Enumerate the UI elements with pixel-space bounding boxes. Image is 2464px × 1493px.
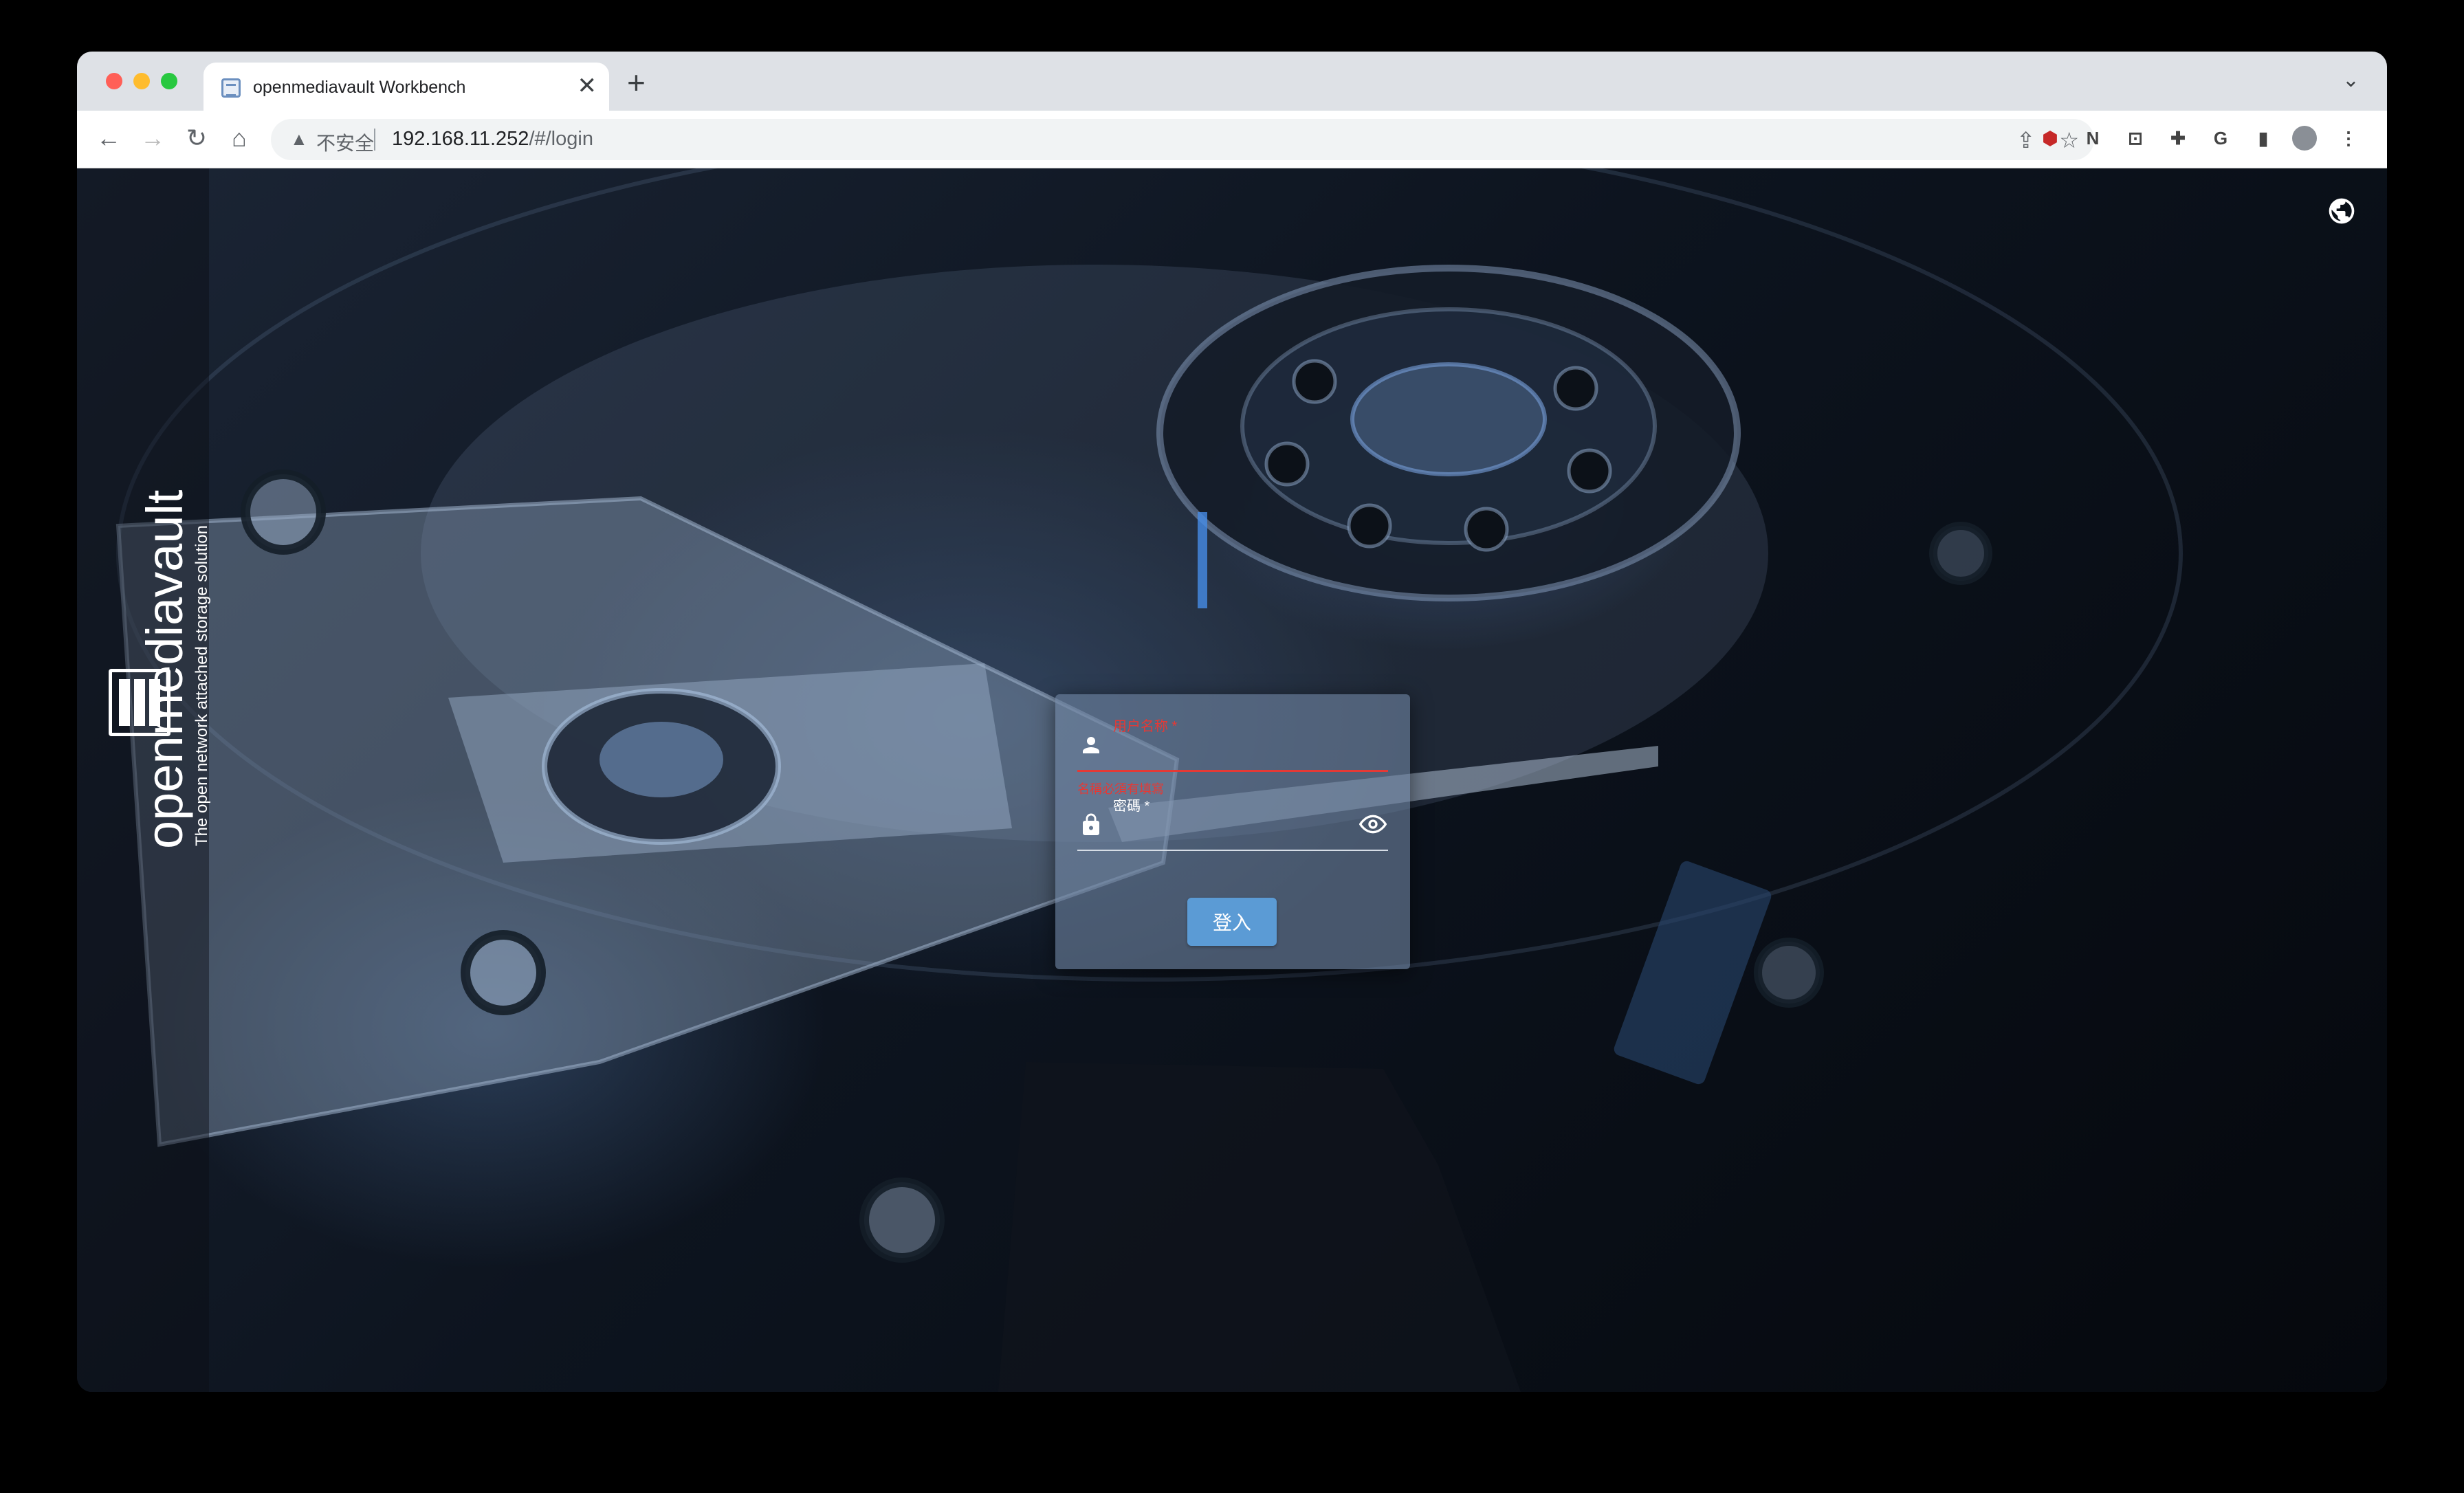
sidebar: openmediavault The open network attached… [77, 168, 211, 1392]
security-label[interactable]: 不安全 [316, 129, 374, 156]
brand-tagline: The open network attached storage soluti… [192, 525, 211, 846]
notion-icon[interactable]: N [2080, 126, 2105, 151]
lock-icon [1079, 812, 1103, 837]
browser-toolbar: ← → ↻ ⌂ ▲ 不安全 192.168.11.252/#/login ⇪ ☆… [77, 111, 2387, 168]
url-text[interactable]: 192.168.11.252/#/login [392, 128, 593, 151]
password-label: 密碼 * [1113, 799, 1150, 814]
divider [374, 129, 375, 151]
username-underline [1077, 770, 1388, 772]
show-password-eye-icon[interactable] [1358, 812, 1387, 836]
username-input[interactable] [1113, 733, 1347, 760]
share-icon[interactable]: ⇪ [2016, 127, 2035, 153]
password-manager-icon[interactable]: ⊡ [2123, 126, 2148, 151]
back-button[interactable]: ← [94, 123, 124, 153]
avatar[interactable] [2292, 126, 2317, 151]
reload-button[interactable]: ↻ [182, 123, 212, 153]
address-bar[interactable]: ▲ 不安全 192.168.11.252/#/login ⇪ ☆ [271, 119, 2094, 160]
openmediavault-logo-icon [109, 669, 170, 736]
title-bar: openmediavault Workbench ✕ + ⌄ [77, 52, 2387, 111]
browser-window: openmediavault Workbench ✕ + ⌄ ← → ↻ ⌂ ▲… [77, 52, 2387, 1392]
globe-icon[interactable] [2326, 196, 2357, 226]
username-field[interactable]: 用户名称 * [1077, 701, 1388, 772]
login-button[interactable]: 登入 [1187, 898, 1277, 946]
url-path: /#/login [529, 128, 593, 150]
login-dialog: 用户名称 * 名稱必須有填寫 密碼 * 登入 [1055, 694, 1410, 969]
home-button[interactable]: ⌂ [224, 123, 254, 153]
password-input[interactable] [1113, 812, 1347, 840]
close-window-button[interactable] [106, 73, 122, 89]
warning-icon[interactable]: ▲ [290, 129, 308, 150]
side-panel-icon[interactable]: ▮ [2251, 126, 2276, 151]
extensions-icon[interactable]: ✚ [2166, 126, 2190, 151]
google-icon[interactable]: G [2208, 126, 2233, 151]
favicon-icon [221, 78, 241, 98]
login-page: openmediavault The open network attached… [77, 168, 2387, 1392]
user-icon [1079, 733, 1103, 757]
forward-button[interactable]: → [138, 123, 168, 153]
ublock-icon[interactable]: ⬢ [2038, 126, 2062, 151]
menu-icon[interactable]: ⋮ [2336, 126, 2361, 151]
password-field[interactable]: 密碼 * [1077, 781, 1388, 851]
tab-close-button[interactable]: ✕ [578, 72, 597, 100]
new-tab-button[interactable]: + [627, 65, 646, 100]
username-label: 用户名称 * [1113, 719, 1178, 734]
tab-title: openmediavault Workbench [253, 78, 466, 97]
browser-tab[interactable]: openmediavault Workbench ✕ [204, 63, 609, 111]
url-host: 192.168.11.252 [392, 128, 529, 150]
password-underline [1077, 850, 1388, 851]
tab-search-button[interactable]: ⌄ [2342, 68, 2360, 92]
minimize-window-button[interactable] [133, 73, 150, 89]
maximize-window-button[interactable] [161, 73, 177, 89]
